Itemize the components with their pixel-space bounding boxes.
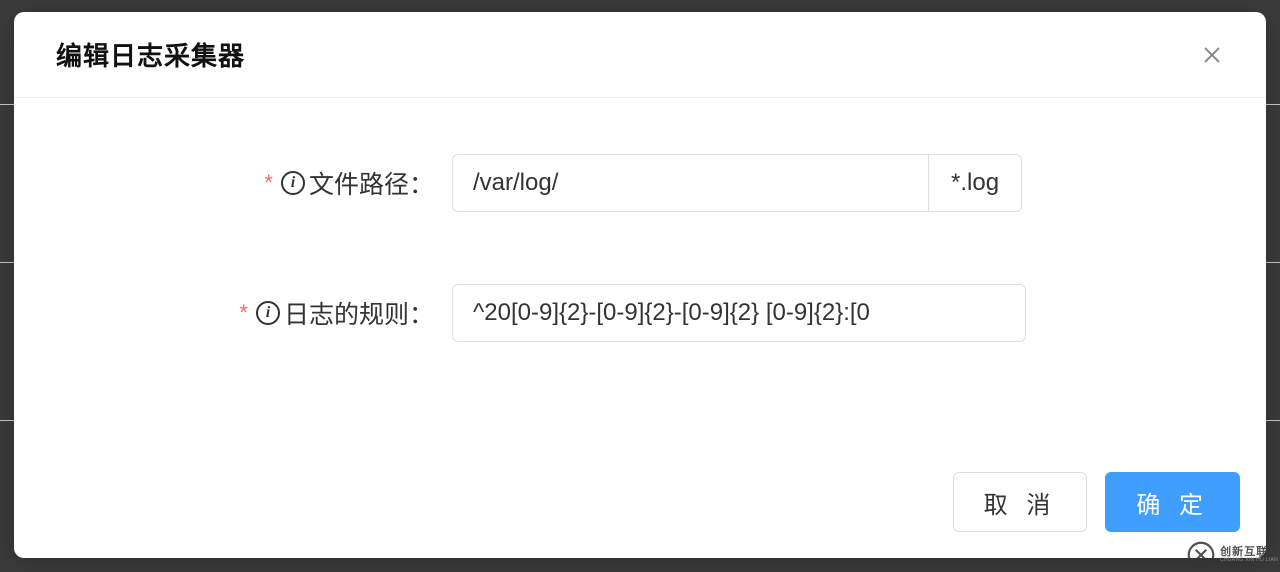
watermark-logo-icon xyxy=(1186,540,1216,570)
modal-title: 编辑日志采集器 xyxy=(56,36,245,73)
required-asterisk: * xyxy=(239,300,248,326)
field-log-rule: * i 日志的规则： xyxy=(54,284,1226,342)
modal-body: * i 文件路径： *.log * i 日志的规则： xyxy=(14,98,1266,464)
watermark-text: 创新互联 CHUANG XIN HU LIAN xyxy=(1220,547,1278,564)
close-icon xyxy=(1201,44,1223,66)
log-rule-label: * i 日志的规则： xyxy=(54,295,442,331)
field-file-path: * i 文件路径： *.log xyxy=(54,154,1226,212)
cancel-button[interactable]: 取 消 xyxy=(953,472,1088,532)
watermark: 创新互联 CHUANG XIN HU LIAN xyxy=(1186,540,1278,570)
file-path-label: * i 文件路径： xyxy=(54,165,442,201)
required-asterisk: * xyxy=(264,170,273,196)
confirm-button[interactable]: 确 定 xyxy=(1105,472,1240,532)
edit-log-collector-modal: 编辑日志采集器 * i 文件路径： *.log * i 日志的规则： xyxy=(14,12,1266,558)
file-ext-addon: *.log xyxy=(928,154,1022,212)
file-path-input-group: *.log xyxy=(452,154,1022,212)
close-button[interactable] xyxy=(1198,41,1226,69)
label-text: 文件路径： xyxy=(309,165,434,201)
file-path-input[interactable] xyxy=(452,154,928,212)
modal-footer: 取 消 确 定 xyxy=(14,464,1266,558)
log-rule-input[interactable] xyxy=(452,284,1026,342)
log-rule-input-group xyxy=(452,284,1026,342)
info-icon[interactable]: i xyxy=(256,301,280,325)
watermark-sub: CHUANG XIN HU LIAN xyxy=(1220,558,1278,563)
info-icon[interactable]: i xyxy=(281,171,305,195)
modal-header: 编辑日志采集器 xyxy=(14,12,1266,98)
label-text: 日志的规则： xyxy=(284,295,434,331)
